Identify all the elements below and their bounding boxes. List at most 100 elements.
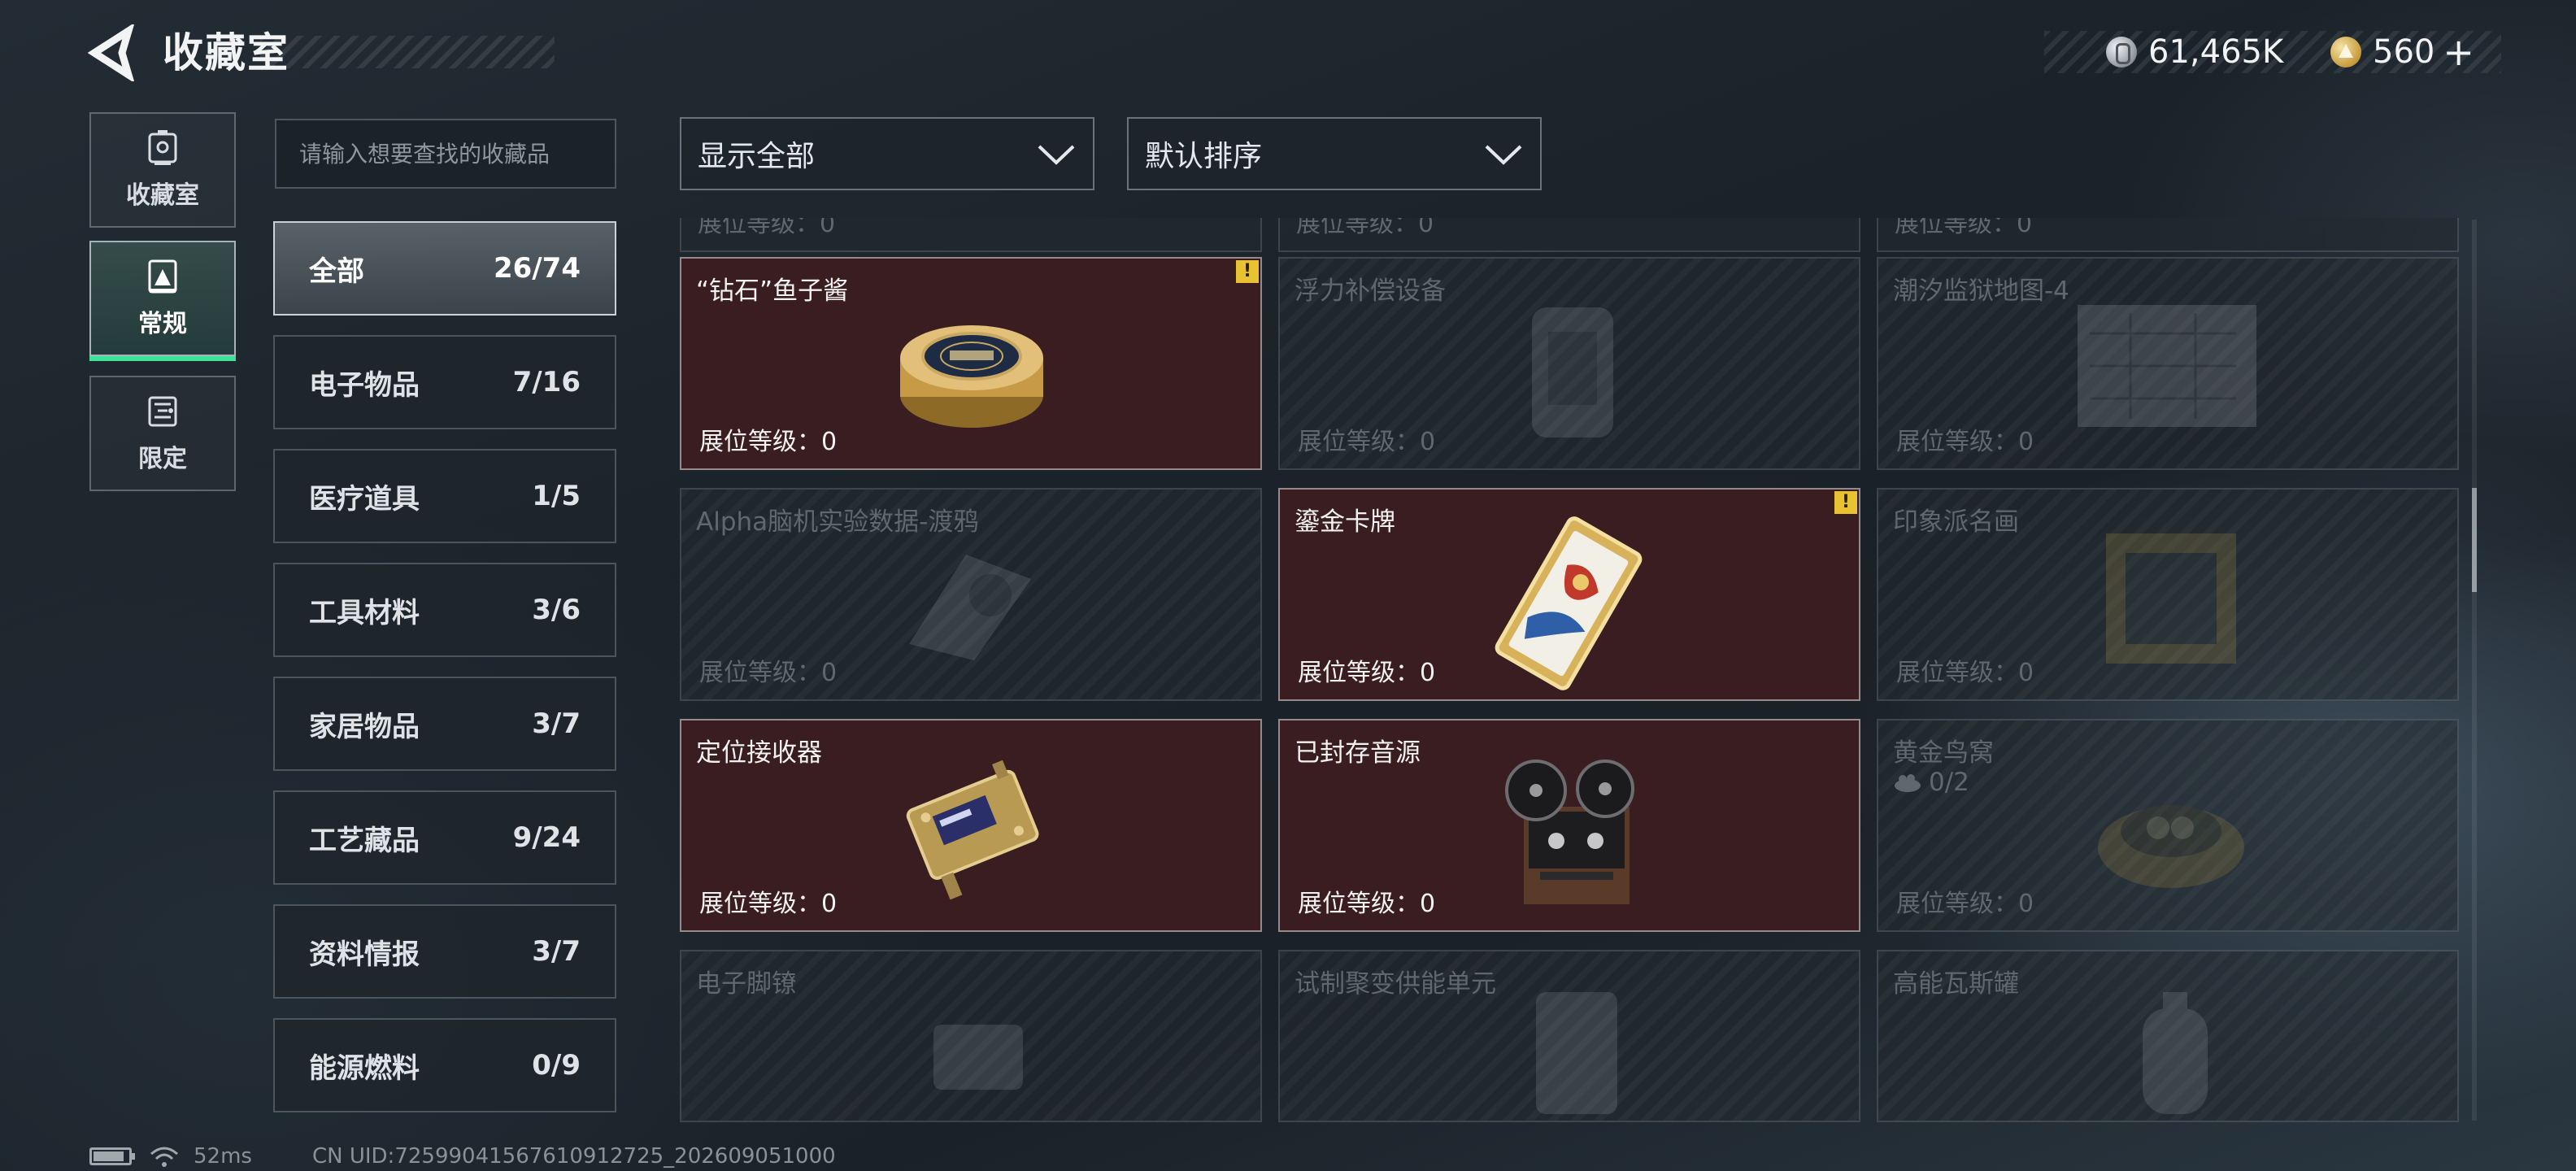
silver-currency: 61,465K <box>2106 31 2283 73</box>
card-name: Alpha脑机实验数据-渡鸦 <box>696 507 979 537</box>
chevron-down-icon <box>1485 145 1522 165</box>
collection-card[interactable]: 潮汐监狱地图-4 展位等级：0 <box>1877 257 2459 470</box>
alert-badge: ! <box>1834 491 1857 514</box>
partial-card[interactable]: 展位等级：0 <box>680 218 1262 252</box>
map-image <box>2078 305 2256 427</box>
category-household[interactable]: 家居物品 3/7 <box>273 677 616 771</box>
card-level: 展位等级：0 <box>1896 659 2034 687</box>
gold-coin-icon <box>2330 37 2361 67</box>
buoyancy-device-image <box>1532 307 1613 437</box>
gas-canister-image <box>2143 992 2208 1114</box>
fusion-unit-image <box>1536 992 1617 1114</box>
card-name: 浮力补偿设备 <box>1295 276 1446 306</box>
mode-tab-limited[interactable]: 限定 <box>89 376 236 491</box>
painting-frame-image <box>2106 533 2236 664</box>
battery-icon <box>89 1147 135 1165</box>
sort-dropdown-value: 默认排序 <box>1145 140 1263 173</box>
collection-card[interactable]: 定位接收器 展位等级：0 <box>680 719 1262 932</box>
category-label: 能源燃料 <box>309 1051 420 1085</box>
card-name: 电子脚镣 <box>696 969 797 999</box>
silver-coin-icon <box>2106 37 2137 67</box>
card-level: 展位等级：0 <box>699 659 838 687</box>
card-level: 展位等级：0 <box>1298 428 1436 456</box>
card-level: 展位等级：0 <box>1296 218 1434 238</box>
category-label: 全部 <box>309 255 364 288</box>
collection-card[interactable]: 高能瓦斯罐 <box>1877 950 2459 1122</box>
card-name: 高能瓦斯罐 <box>1893 969 2019 999</box>
golden-nest-image <box>2098 805 2244 888</box>
card-name: “钻石”鱼子酱 <box>696 276 849 306</box>
add-currency-button[interactable]: + <box>2443 30 2474 74</box>
grid-scrollbar-track[interactable] <box>2472 220 2477 1121</box>
exhibit-icon <box>148 259 177 294</box>
collection-card[interactable]: 黄金鸟窝 0/2 展位等级：0 <box>1877 719 2459 932</box>
title-decoration <box>260 36 555 68</box>
vault-icon <box>148 130 177 165</box>
mode-tab-vault[interactable]: 收藏室 <box>89 112 236 228</box>
collection-card[interactable]: ! “钻石”鱼子酱 展位等级：0 <box>680 257 1262 470</box>
grid-scrollbar-thumb[interactable] <box>2472 488 2477 592</box>
collection-card[interactable]: ! 鎏金卡牌 展位等级：0 <box>1278 488 1860 701</box>
category-count: 26/74 <box>493 252 581 285</box>
card-level: 展位等级：0 <box>1896 890 2034 918</box>
card-name: 潮汐监狱地图-4 <box>1893 276 2069 306</box>
collection-card[interactable]: Alpha脑机实验数据-渡鸦 展位等级：0 <box>680 488 1262 701</box>
category-count: 9/24 <box>512 821 581 854</box>
collection-card[interactable]: 电子脚镣 <box>680 950 1262 1122</box>
card-level: 展位等级：0 <box>698 218 836 238</box>
category-medical[interactable]: 医疗道具 1/5 <box>273 449 616 543</box>
gilded-card-image <box>1495 516 1643 690</box>
card-level: 展位等级：0 <box>1298 659 1436 687</box>
ankle-monitor-image <box>933 1025 1023 1090</box>
status-footer: 52ms CN UID:725990415676109127​25_202609… <box>89 1142 836 1171</box>
collection-card[interactable]: 试制聚变供能单元 <box>1278 950 1860 1122</box>
category-all[interactable]: 全部 26/74 <box>273 221 616 316</box>
mode-label: 限定 <box>138 445 187 473</box>
collection-card[interactable]: 已封存音源 展位等级：0 <box>1278 719 1860 932</box>
gold-currency-value: 560 <box>2373 33 2435 71</box>
category-count: 3/6 <box>532 594 581 626</box>
back-arrow-icon <box>87 22 135 84</box>
filter-dropdown-value: 显示全部 <box>698 140 816 173</box>
card-name: 印象派名画 <box>1893 507 2019 537</box>
mode-label: 常规 <box>138 310 187 338</box>
partial-card[interactable]: 展位等级：0 <box>1278 218 1860 252</box>
category-tools[interactable]: 工具材料 3/6 <box>273 563 616 657</box>
card-name: 鎏金卡牌 <box>1295 507 1395 537</box>
category-intel[interactable]: 资料情报 3/7 <box>273 904 616 999</box>
user-uid: CN UID:725990415676109127​25_20260905100… <box>311 1144 836 1169</box>
category-count: 7/16 <box>512 366 581 398</box>
reel-recorder-image <box>1505 760 1634 904</box>
card-name: 黄金鸟窝 <box>1893 738 1994 768</box>
chevron-down-icon <box>1038 145 1075 165</box>
card-level: 展位等级：0 <box>699 428 838 456</box>
caviar-tin-image <box>900 325 1043 428</box>
card-name: 试制聚变供能单元 <box>1295 969 1496 999</box>
card-level: 展位等级：0 <box>1896 428 2034 456</box>
data-device-image <box>909 555 1031 660</box>
mode-label: 收藏室 <box>126 181 199 210</box>
header: 收藏室 61,465K 560 + <box>0 0 2576 106</box>
category-count: 0/9 <box>532 1049 581 1082</box>
card-level: 展位等级：0 <box>699 890 838 918</box>
search-input[interactable] <box>275 119 616 189</box>
nest-icon <box>1895 774 1921 792</box>
filter-dropdown[interactable]: 显示全部 <box>680 117 1094 190</box>
category-energy[interactable]: 能源燃料 0/9 <box>273 1018 616 1112</box>
partial-card[interactable]: 展位等级：0 <box>1877 218 2459 252</box>
category-crafts[interactable]: 工艺藏品 9/24 <box>273 790 616 885</box>
wifi-icon <box>150 1147 178 1167</box>
sort-dropdown[interactable]: 默认排序 <box>1127 117 1542 190</box>
gold-currency[interactable]: 560 + <box>2330 30 2474 74</box>
mode-tab-regular[interactable]: 常规 <box>89 241 236 361</box>
category-label: 资料情报 <box>309 938 420 971</box>
category-label: 电子物品 <box>309 368 420 402</box>
card-sub-value: 0/2 <box>1929 768 1969 797</box>
collection-card[interactable]: 印象派名画 展位等级：0 <box>1877 488 2459 701</box>
back-button[interactable] <box>87 22 137 84</box>
category-label: 工具材料 <box>309 596 420 629</box>
receiver-image <box>906 760 1039 900</box>
collection-card[interactable]: 浮力补偿设备 展位等级：0 <box>1278 257 1860 470</box>
category-electronics[interactable]: 电子物品 7/16 <box>273 335 616 429</box>
card-sub-count: 0/2 <box>1893 768 1969 797</box>
